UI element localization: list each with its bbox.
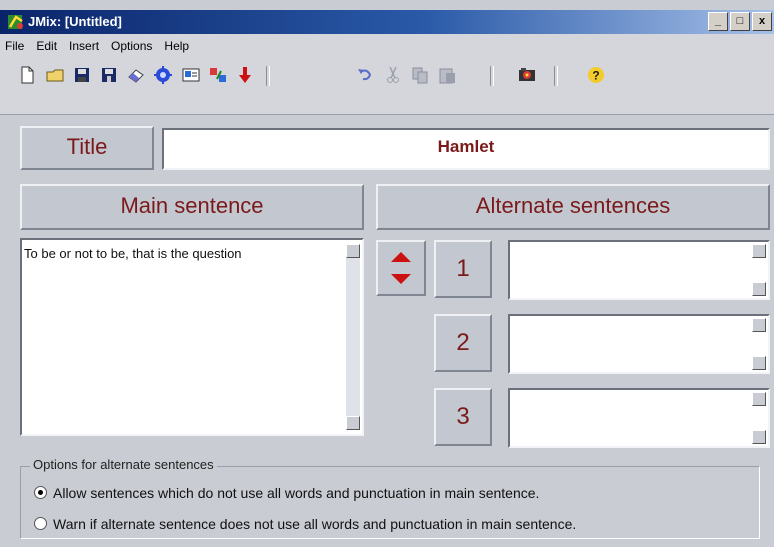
up-down-arrows-icon xyxy=(391,252,411,284)
options-legend: Options for alternate sentences xyxy=(30,457,217,473)
title-input[interactable]: Hamlet xyxy=(162,128,770,170)
gear-blue-icon[interactable] xyxy=(152,64,174,86)
jmix-app-icon xyxy=(8,15,23,29)
save-as-icon[interactable] xyxy=(98,64,120,86)
toolbar-separator xyxy=(554,66,558,86)
menu-insert[interactable]: Insert xyxy=(64,34,106,54)
options-group: Options for alternate sentences Allow se… xyxy=(14,457,760,543)
radio-button-selected[interactable] xyxy=(34,486,47,499)
warn-sentences-label: Warn if alternate sentence does not use … xyxy=(53,516,577,532)
alternate-number-label: 2 xyxy=(456,329,470,356)
scroll-down-button[interactable] xyxy=(752,282,766,296)
toolbar-separator xyxy=(490,66,494,86)
menu-bar: File Edit Insert Options Help xyxy=(0,34,774,56)
alternate-number-label: 3 xyxy=(456,403,470,430)
arrow-down-icon[interactable] xyxy=(234,64,256,86)
title-label: Title xyxy=(66,134,108,159)
menu-help[interactable]: Help xyxy=(159,34,196,54)
maximize-button[interactable]: □ xyxy=(730,12,750,31)
open-folder-icon[interactable] xyxy=(44,64,66,86)
alternate-input-2[interactable] xyxy=(508,314,770,374)
copy-icon[interactable] xyxy=(409,64,431,86)
alternate-number-2: 2 xyxy=(434,314,492,372)
menu-file[interactable]: File xyxy=(0,34,31,54)
title-label-panel: Title xyxy=(20,126,154,170)
save-icon[interactable] xyxy=(71,64,93,86)
help-icon[interactable]: ? xyxy=(585,64,607,86)
app-window: JMix: [Untitled] _ □ x File Edit Insert Opt… xyxy=(0,0,774,547)
main-sentence-textarea[interactable]: To be or not to be, that is the question xyxy=(20,238,364,436)
close-button[interactable]: x xyxy=(752,12,772,31)
allow-sentences-label: Allow sentences which do not use all wor… xyxy=(53,485,540,501)
main-sentence-header: Main sentence xyxy=(20,184,364,230)
svg-text:?: ? xyxy=(592,69,599,83)
window-title: JMix: [Untitled] xyxy=(28,14,122,29)
toolbar: ? xyxy=(0,56,774,115)
new-file-icon[interactable] xyxy=(16,64,38,86)
allow-sentences-option[interactable]: Allow sentences which do not use all wor… xyxy=(34,484,539,502)
alternate-number-label: 1 xyxy=(456,255,470,282)
undo-icon[interactable] xyxy=(354,64,376,86)
warn-sentences-option[interactable]: Warn if alternate sentence does not use … xyxy=(34,515,576,533)
cut-icon[interactable] xyxy=(382,64,404,86)
paste-icon[interactable] xyxy=(436,64,458,86)
alternate-number-3: 3 xyxy=(434,388,492,446)
main-sentence-scrollbar[interactable] xyxy=(346,244,360,430)
title-bar[interactable]: JMix: [Untitled] _ □ x xyxy=(0,10,774,34)
alternate-input-1[interactable] xyxy=(508,240,770,300)
move-arrows-button[interactable] xyxy=(376,240,426,296)
scroll-up-button[interactable] xyxy=(752,392,766,406)
eraser-icon[interactable] xyxy=(125,64,147,86)
alternate-number-1: 1 xyxy=(434,240,492,298)
scroll-up-button[interactable] xyxy=(752,244,766,258)
scroll-up-button[interactable] xyxy=(752,318,766,332)
scroll-down-button[interactable] xyxy=(346,416,360,430)
camera-icon[interactable] xyxy=(516,64,538,86)
alternate-input-3[interactable] xyxy=(508,388,770,448)
scroll-down-button[interactable] xyxy=(752,430,766,444)
scroll-up-button[interactable] xyxy=(346,244,360,258)
title-input-value: Hamlet xyxy=(437,137,495,156)
alternate-sentences-header: Alternate sentences xyxy=(376,184,770,230)
main-sentence-label: Main sentence xyxy=(120,193,264,218)
shuffle-icon[interactable] xyxy=(207,64,229,86)
menu-edit[interactable]: Edit xyxy=(31,34,64,54)
menu-options[interactable]: Options xyxy=(106,34,159,54)
web-export-icon[interactable] xyxy=(180,64,202,86)
scroll-down-button[interactable] xyxy=(752,356,766,370)
minimize-button[interactable]: _ xyxy=(708,12,728,31)
alternate-sentences-label: Alternate sentences xyxy=(475,193,671,218)
radio-button-unselected[interactable] xyxy=(34,517,47,530)
main-sentence-text: To be or not to be, that is the question xyxy=(24,246,242,261)
toolbar-separator xyxy=(266,66,270,86)
